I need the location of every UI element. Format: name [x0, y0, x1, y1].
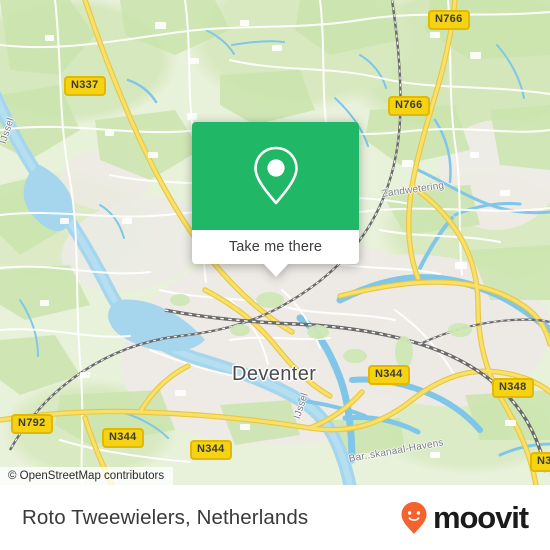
road-shield-n34-clipped[interactable]: N34 — [530, 452, 550, 472]
footer-bar: Roto Tweewielers, Netherlands moovit — [0, 485, 550, 550]
location-callout-card[interactable]: Take me there — [192, 122, 359, 277]
callout-tail — [262, 263, 289, 277]
osm-attribution[interactable]: © OpenStreetMap contributors — [0, 467, 174, 485]
road-shield-n348[interactable]: N348 — [492, 378, 534, 398]
road-shield-n766-north[interactable]: N766 — [428, 10, 470, 30]
location-pin-icon — [253, 146, 298, 205]
road-shield-n344-west[interactable]: N344 — [102, 428, 144, 448]
moovit-logo[interactable]: moovit — [400, 500, 529, 535]
road-shield-n337[interactable]: N337 — [64, 76, 106, 96]
moovit-wordmark: moovit — [432, 500, 529, 535]
moovit-pin-icon — [401, 501, 427, 534]
place-title: Roto Tweewielers, Netherlands — [22, 505, 309, 529]
road-shield-n344-south[interactable]: N344 — [190, 440, 232, 460]
road-shield-n344-east[interactable]: N344 — [368, 365, 410, 385]
road-shield-n766-south[interactable]: N766 — [388, 96, 430, 116]
take-me-there-button[interactable]: Take me there — [192, 230, 359, 264]
map-label-deventer: Deventer — [232, 363, 317, 385]
take-me-there-label: Take me there — [228, 239, 323, 255]
moovit-map-screenshot: N766 N766 N337 N344 N348 N34 N792 N344 N… — [0, 0, 550, 550]
callout-header — [192, 122, 359, 230]
road-shield-n792[interactable]: N792 — [11, 414, 53, 434]
